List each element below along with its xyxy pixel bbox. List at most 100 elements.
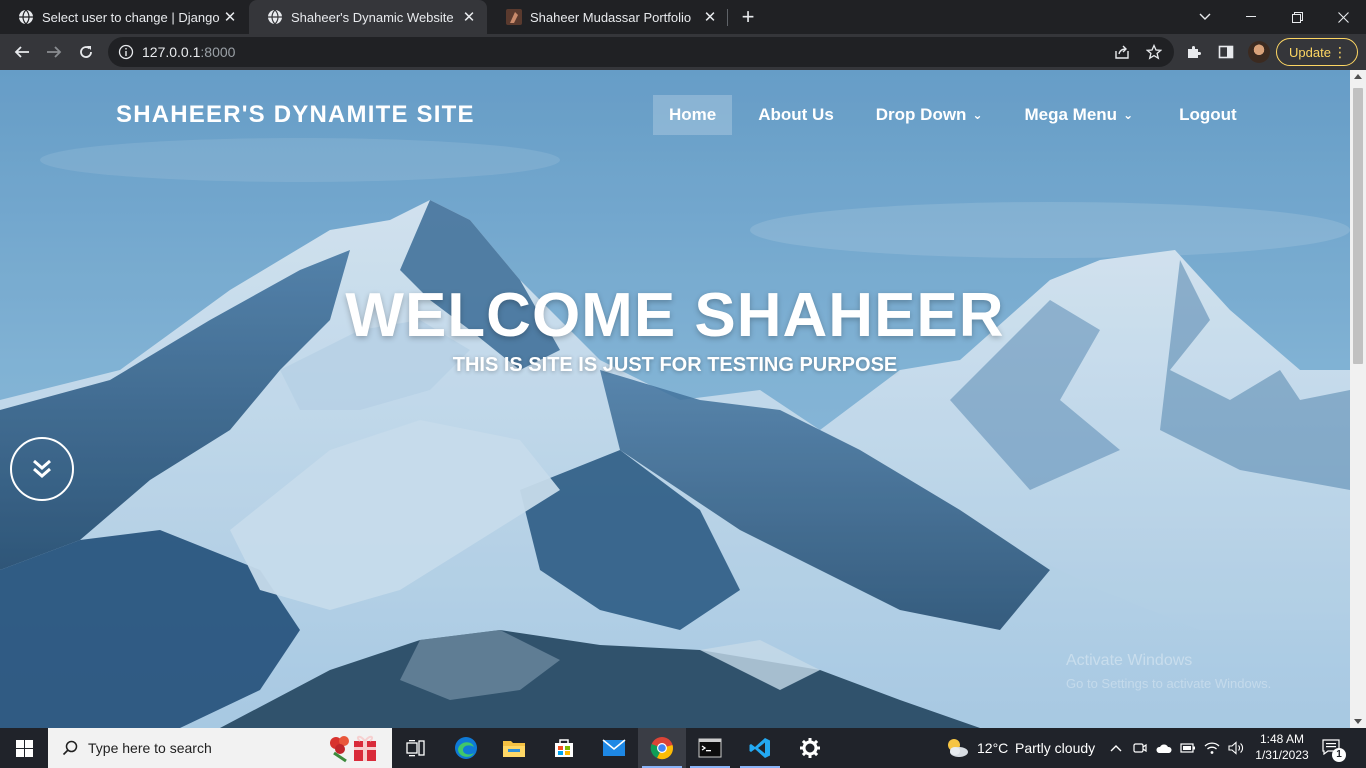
restore-icon — [1291, 11, 1303, 23]
show-hidden-icons-button[interactable] — [1108, 740, 1124, 756]
nav-label: Mega Menu — [1024, 105, 1118, 124]
taskbar-search-box[interactable]: Type here to search — [48, 728, 392, 768]
battery-icon-glyph — [1180, 743, 1195, 753]
url-host: 127.0.0.1 — [142, 44, 201, 60]
activate-windows-hint: Go to Settings to activate Windows. — [1066, 676, 1272, 691]
search-icon — [62, 740, 78, 756]
close-tab-icon[interactable]: ✕ — [700, 7, 720, 27]
extensions-button[interactable] — [1184, 42, 1204, 62]
portfolio-favicon-icon — [506, 9, 522, 25]
arrow-right-icon — [47, 46, 62, 58]
mail-button[interactable] — [590, 728, 638, 768]
star-icon[interactable] — [1146, 44, 1162, 60]
restore-button[interactable] — [1274, 0, 1320, 34]
camera-icon — [1133, 743, 1147, 753]
forward-button[interactable] — [40, 38, 68, 66]
close-tab-icon[interactable]: ✕ — [459, 7, 479, 27]
nav-item-home[interactable]: Home — [653, 95, 733, 135]
vscode-button[interactable] — [736, 728, 784, 768]
page-scrollbar[interactable] — [1350, 70, 1366, 728]
menu-dots-icon: ⋮ — [1333, 44, 1347, 60]
nav-item-mega-menu[interactable]: Mega Menu ⌄ — [999, 95, 1150, 135]
partly-cloudy-icon — [948, 739, 968, 757]
onedrive-icon[interactable] — [1156, 740, 1172, 756]
settings-button[interactable] — [786, 728, 834, 768]
update-button[interactable]: Update ⋮ — [1276, 38, 1358, 66]
edge-app-button[interactable] — [442, 728, 490, 768]
scroll-down-button[interactable] — [10, 437, 74, 501]
address-bar[interactable]: 127.0.0.1:8000 — [108, 37, 1174, 67]
volume-icon[interactable] — [1228, 740, 1244, 756]
profile-avatar[interactable] — [1248, 41, 1270, 63]
url-text: 127.0.0.1:8000 — [142, 44, 235, 60]
system-clock[interactable]: 1:48 AM 1/31/2023 — [1252, 731, 1312, 763]
info-icon[interactable] — [118, 44, 134, 60]
share-icon[interactable] — [1114, 44, 1130, 60]
tab-title: Shaheer's Dynamic Website — [291, 9, 454, 25]
nav-label: Home — [669, 105, 717, 124]
new-tab-button[interactable]: + — [736, 6, 760, 28]
nav-item-drop-down[interactable]: Drop Down ⌄ — [850, 95, 999, 135]
file-explorer-button[interactable] — [490, 728, 538, 768]
gear-icon — [800, 738, 820, 758]
wifi-icon[interactable] — [1204, 740, 1220, 756]
store-icon — [555, 739, 573, 757]
meet-now-icon[interactable] — [1132, 740, 1148, 756]
scroll-down-arrow-icon[interactable] — [1354, 719, 1362, 724]
start-button[interactable] — [0, 728, 48, 768]
nav-item-about-us[interactable]: About Us — [732, 95, 850, 135]
weather-temperature[interactable]: 12°C — [977, 740, 1008, 756]
chrome-button[interactable] — [638, 728, 686, 768]
scrollbar-thumb[interactable] — [1353, 88, 1363, 364]
hero-title: WELCOME SHAHEER — [345, 281, 1005, 350]
terminal-button[interactable] — [686, 728, 734, 768]
scroll-up-arrow-icon[interactable] — [1354, 74, 1362, 79]
browser-tab-strip: Select user to change | Django site admi… — [0, 0, 1366, 34]
tab-separator — [727, 9, 728, 26]
nav-item-logout[interactable]: Logout — [1149, 95, 1253, 135]
folder-icon — [503, 741, 525, 757]
windows-taskbar: Type here to search 12°C Partly cloudy 1… — [0, 728, 1366, 768]
weather-description[interactable]: Partly cloudy — [1015, 740, 1095, 756]
main-nav: Home About Us Drop Down ⌄ Mega Menu ⌄ Logo… — [653, 95, 1253, 135]
clock-date: 1/31/2023 — [1255, 748, 1309, 762]
side-panel-button[interactable] — [1216, 42, 1236, 62]
update-label: Update — [1289, 44, 1331, 60]
tab-title: Select user to change | Django site admi… — [42, 9, 220, 25]
reload-button[interactable] — [72, 38, 100, 66]
globe-icon — [19, 9, 33, 25]
nav-label: Drop Down — [875, 105, 967, 124]
close-window-button[interactable] — [1320, 0, 1366, 34]
tab-dynamic-website[interactable]: Shaheer's Dynamic Website ✕ — [249, 0, 487, 34]
site-brand-logo[interactable]: SHAHEER'S DYNAMITE SITE — [116, 101, 475, 129]
notification-count-badge: 1 — [1332, 748, 1346, 762]
task-view-button[interactable] — [392, 728, 440, 768]
tab-portfolio[interactable]: Shaheer Mudassar Portfolio ✕ — [488, 0, 728, 34]
nav-label: About Us — [758, 105, 834, 124]
tab-search-button[interactable] — [1182, 0, 1228, 34]
back-button[interactable] — [8, 38, 36, 66]
activate-windows-watermark: Activate Windows — [1066, 652, 1193, 669]
battery-icon[interactable] — [1180, 740, 1196, 756]
gift-flowers-icon — [330, 735, 376, 763]
chevron-down-icon — [1199, 13, 1211, 20]
minimize-icon — [1246, 16, 1256, 17]
microsoft-store-button[interactable] — [540, 728, 588, 768]
close-tab-icon[interactable]: ✕ — [220, 7, 240, 27]
edge-icon — [455, 737, 477, 759]
cloud-icon — [1156, 744, 1172, 753]
notification-center-button[interactable]: 1 — [1322, 738, 1346, 762]
chrome-icon — [650, 737, 673, 760]
search-placeholder: Type here to search — [88, 740, 212, 756]
windows-logo-icon — [15, 739, 33, 757]
clock-time: 1:48 AM — [1259, 732, 1305, 746]
vscode-icon — [749, 738, 770, 758]
reload-icon — [80, 46, 92, 58]
globe-icon — [268, 9, 282, 25]
minimize-button[interactable] — [1228, 0, 1274, 34]
tab-django-admin[interactable]: Select user to change | Django site admi… — [0, 0, 248, 34]
chevron-down-icon: ⌄ — [1123, 108, 1134, 122]
side-panel-icon — [1218, 45, 1234, 59]
hero-background-image — [0, 70, 1350, 728]
speaker-icon — [1228, 741, 1243, 755]
